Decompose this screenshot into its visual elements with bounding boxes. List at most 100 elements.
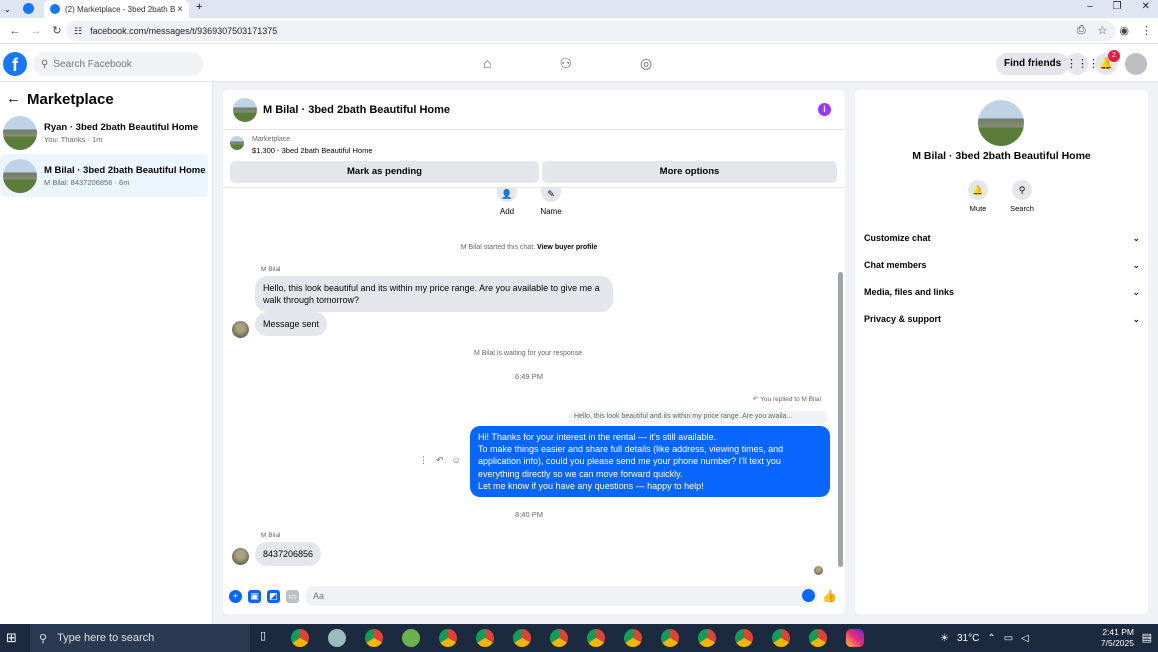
menu-kebab-icon[interactable]: ⋮	[1141, 24, 1152, 37]
photo-icon[interactable]: ▣	[248, 589, 261, 603]
section-chat-members[interactable]: Chat members ⌄	[864, 260, 1140, 271]
chrome-icon[interactable]	[772, 629, 790, 647]
facebook-logo[interactable]: f	[3, 52, 27, 76]
chrome-icon[interactable]	[550, 629, 568, 647]
scrollbar-thumb[interactable]	[838, 272, 843, 567]
listing-thumbnail[interactable]	[230, 136, 244, 150]
reload-icon[interactable]: ↻	[51, 24, 63, 37]
gif-icon[interactable]: ▭	[286, 589, 299, 603]
chat-title[interactable]: M Bilal · 3bed 2bath Beautiful Home	[263, 104, 450, 116]
chrome-icon[interactable]	[661, 629, 679, 647]
incoming-message[interactable]: Hello, this look beautiful and its withi…	[255, 276, 613, 312]
search-icon: ⚲	[41, 58, 49, 70]
conversation-item[interactable]: Ryan · 3bed 2bath Beautiful Home You: Th…	[0, 111, 208, 154]
conversation-info-panel: M Bilal · 3bed 2bath Beautiful Home 🔔 Mu…	[855, 90, 1148, 614]
restore-icon[interactable]: ❐	[1113, 1, 1122, 12]
thumbs-up-icon[interactable]: 👍	[822, 589, 837, 603]
close-tab-icon[interactable]: ×	[177, 4, 183, 15]
search-action[interactable]: ⚲ Search	[1002, 180, 1042, 213]
mute-action[interactable]: 🔔 Mute	[958, 180, 998, 213]
browser-tab[interactable]: (2) Marketplace - 3bed 2bath B ×	[44, 0, 189, 18]
chrome-icon[interactable]	[809, 629, 827, 647]
taskbar-search[interactable]: ⚲ Type here to search	[30, 624, 250, 652]
utorrent-icon[interactable]	[402, 629, 420, 647]
section-label: Media, files and links	[864, 287, 955, 297]
section-media-files-links[interactable]: Media, files and links ⌄	[864, 287, 1140, 298]
bookmark-star-icon[interactable]: ☆	[1098, 24, 1108, 37]
scrollbar[interactable]	[837, 187, 843, 577]
forward-icon[interactable]: →	[30, 25, 42, 37]
chrome-icon[interactable]	[698, 629, 716, 647]
clock[interactable]: 2:41 PM 7/5/2025	[1101, 627, 1134, 649]
emoji-icon[interactable]	[802, 589, 815, 602]
view-buyer-profile-link[interactable]: View buyer profile	[537, 244, 597, 251]
url-text: facebook.com/messages/t/9369307503171375	[90, 26, 278, 36]
chrome-icon[interactable]	[587, 629, 605, 647]
chrome-icon[interactable]	[624, 629, 642, 647]
incoming-message[interactable]: Message sent	[255, 312, 328, 336]
groups-icon[interactable]: ◎	[640, 55, 652, 72]
back-arrow-icon[interactable]: ←	[6, 90, 21, 107]
message-actions: ⋮ ↶ ☺	[419, 455, 461, 466]
back-icon[interactable]: ←	[9, 25, 21, 37]
section-label: Chat members	[864, 260, 927, 270]
section-customize-chat[interactable]: Customize chat ⌄	[864, 233, 1140, 244]
network-icon[interactable]: ▭	[1004, 633, 1013, 644]
menu-grid-icon[interactable]: ⋮⋮⋮	[1066, 53, 1099, 75]
windows-start-icon[interactable]: ⊞	[6, 630, 17, 646]
minimize-icon[interactable]: –	[1087, 1, 1093, 12]
find-friends-button[interactable]: Find friends	[996, 53, 1070, 75]
temperature[interactable]: 31°C	[957, 633, 979, 644]
message-input[interactable]	[305, 586, 817, 606]
listing-summary[interactable]: $1,300 - 3bed 2bath Beautiful Home	[252, 146, 373, 155]
chrome-icon[interactable]	[476, 629, 494, 647]
sender-avatar[interactable]	[232, 321, 249, 338]
add-action[interactable]: 👤 Add	[497, 188, 517, 216]
weather-icon[interactable]: ☀	[940, 633, 949, 644]
listing-avatar[interactable]	[978, 100, 1024, 146]
more-kebab-icon[interactable]: ⋮	[419, 455, 428, 466]
chevron-down-icon[interactable]: ⌄	[4, 5, 11, 14]
search-box[interactable]: ⚲	[33, 52, 203, 76]
new-tab-button[interactable]: +	[196, 1, 202, 13]
close-window-icon[interactable]: ✕	[1142, 1, 1150, 12]
notifications-button[interactable]: 🔔 2	[1095, 50, 1120, 75]
sticker-icon[interactable]: ◩	[267, 589, 280, 603]
account-avatar[interactable]	[1125, 53, 1147, 75]
sender-name: M Bilal	[261, 532, 281, 539]
section-privacy-support[interactable]: Privacy & support ⌄	[864, 314, 1140, 325]
install-icon[interactable]: ⎙	[1077, 24, 1086, 37]
chrome-icon[interactable]	[513, 629, 531, 647]
task-view-icon[interactable]: ▯	[260, 629, 272, 647]
mute-label: Mute	[969, 204, 987, 213]
incoming-message[interactable]: 8437206856	[255, 542, 322, 566]
info-icon[interactable]: i	[818, 103, 831, 116]
name-label: Name	[540, 207, 562, 216]
chrome-icon[interactable]	[365, 629, 383, 647]
sender-avatar[interactable]	[232, 548, 249, 565]
profile-icon[interactable]: ◉	[1119, 24, 1129, 37]
more-options-button[interactable]: More options	[542, 161, 837, 183]
conversation-item-active[interactable]: M Bilal · 3bed 2bath Beautiful Home M Bi…	[0, 154, 208, 197]
mark-as-pending-button[interactable]: Mark as pending	[230, 161, 539, 183]
instagram-icon[interactable]	[846, 629, 864, 647]
notifications-center-icon[interactable]: ▤	[1142, 631, 1152, 644]
reply-icon[interactable]: ↶	[436, 455, 444, 466]
tray-chevron-icon[interactable]: ⌃	[987, 633, 995, 644]
plus-icon[interactable]: +	[229, 589, 242, 603]
site-settings-icon[interactable]: ☷	[74, 26, 82, 37]
react-smile-icon[interactable]: ☺	[452, 455, 461, 466]
home-icon[interactable]: ⌂	[483, 55, 491, 72]
chrome-icon[interactable]	[735, 629, 753, 647]
volume-icon[interactable]: ◁	[1021, 633, 1029, 644]
name-action[interactable]: ✎ Name	[535, 188, 567, 216]
chrome-icon[interactable]	[439, 629, 457, 647]
app-icon[interactable]	[328, 629, 346, 647]
url-field[interactable]: ☷ facebook.com/messages/t/93693075031713…	[66, 21, 1116, 41]
search-input[interactable]	[53, 58, 184, 70]
quoted-message[interactable]: Hello, this look beautiful and its withi…	[568, 411, 828, 424]
friends-icon[interactable]: ⚇	[559, 55, 572, 72]
chrome-icon[interactable]	[291, 629, 309, 647]
chat-avatar[interactable]	[233, 97, 257, 122]
outgoing-message[interactable]: Hi! Thanks for your interest in the rent…	[470, 426, 830, 498]
